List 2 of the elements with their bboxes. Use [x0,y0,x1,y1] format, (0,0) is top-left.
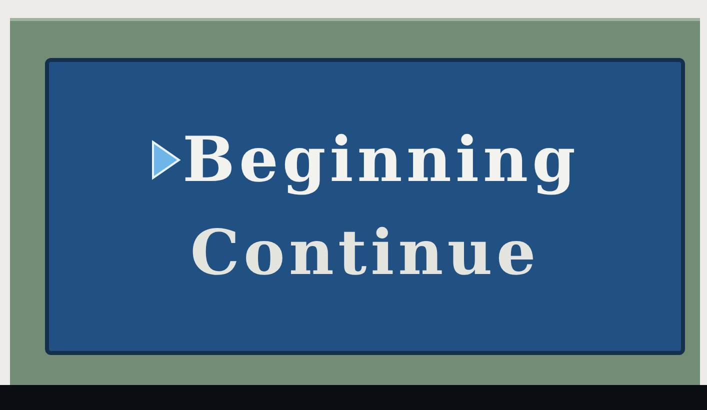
menu-item[interactable]: Continue [190,218,540,287]
menu-item[interactable]: Beginning [182,126,580,194]
